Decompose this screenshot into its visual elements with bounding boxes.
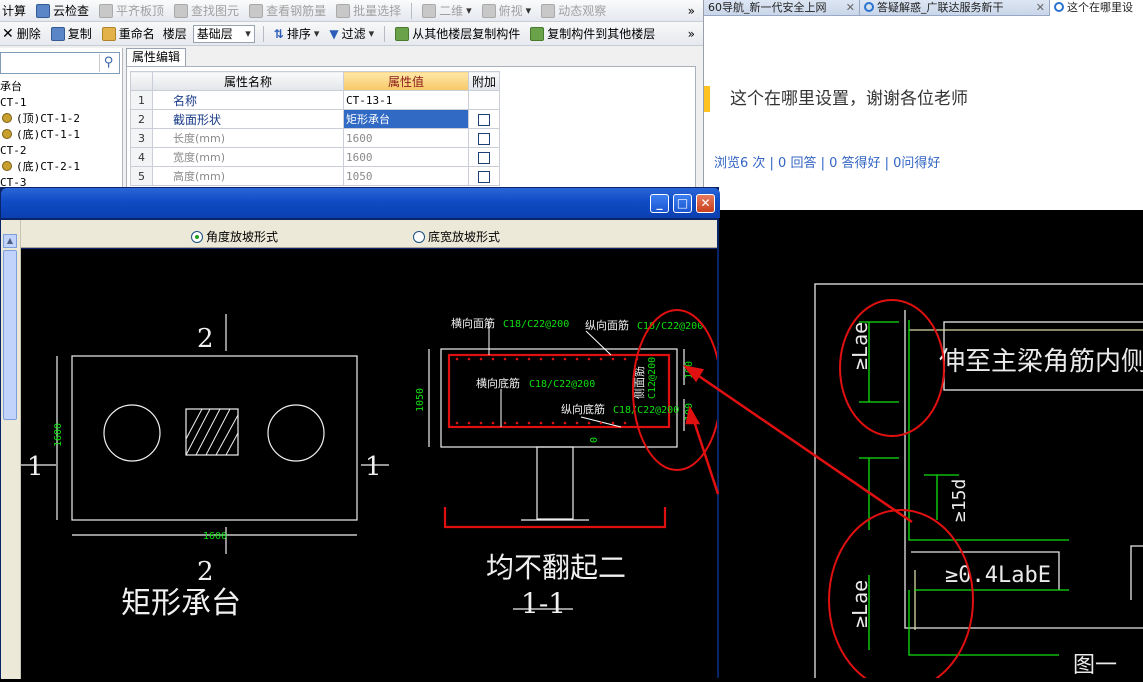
annotation-arrow — [689, 368, 913, 524]
arrow-head — [685, 405, 701, 425]
annotation-overlay — [683, 365, 913, 524]
annotation-arrow — [690, 414, 720, 495]
